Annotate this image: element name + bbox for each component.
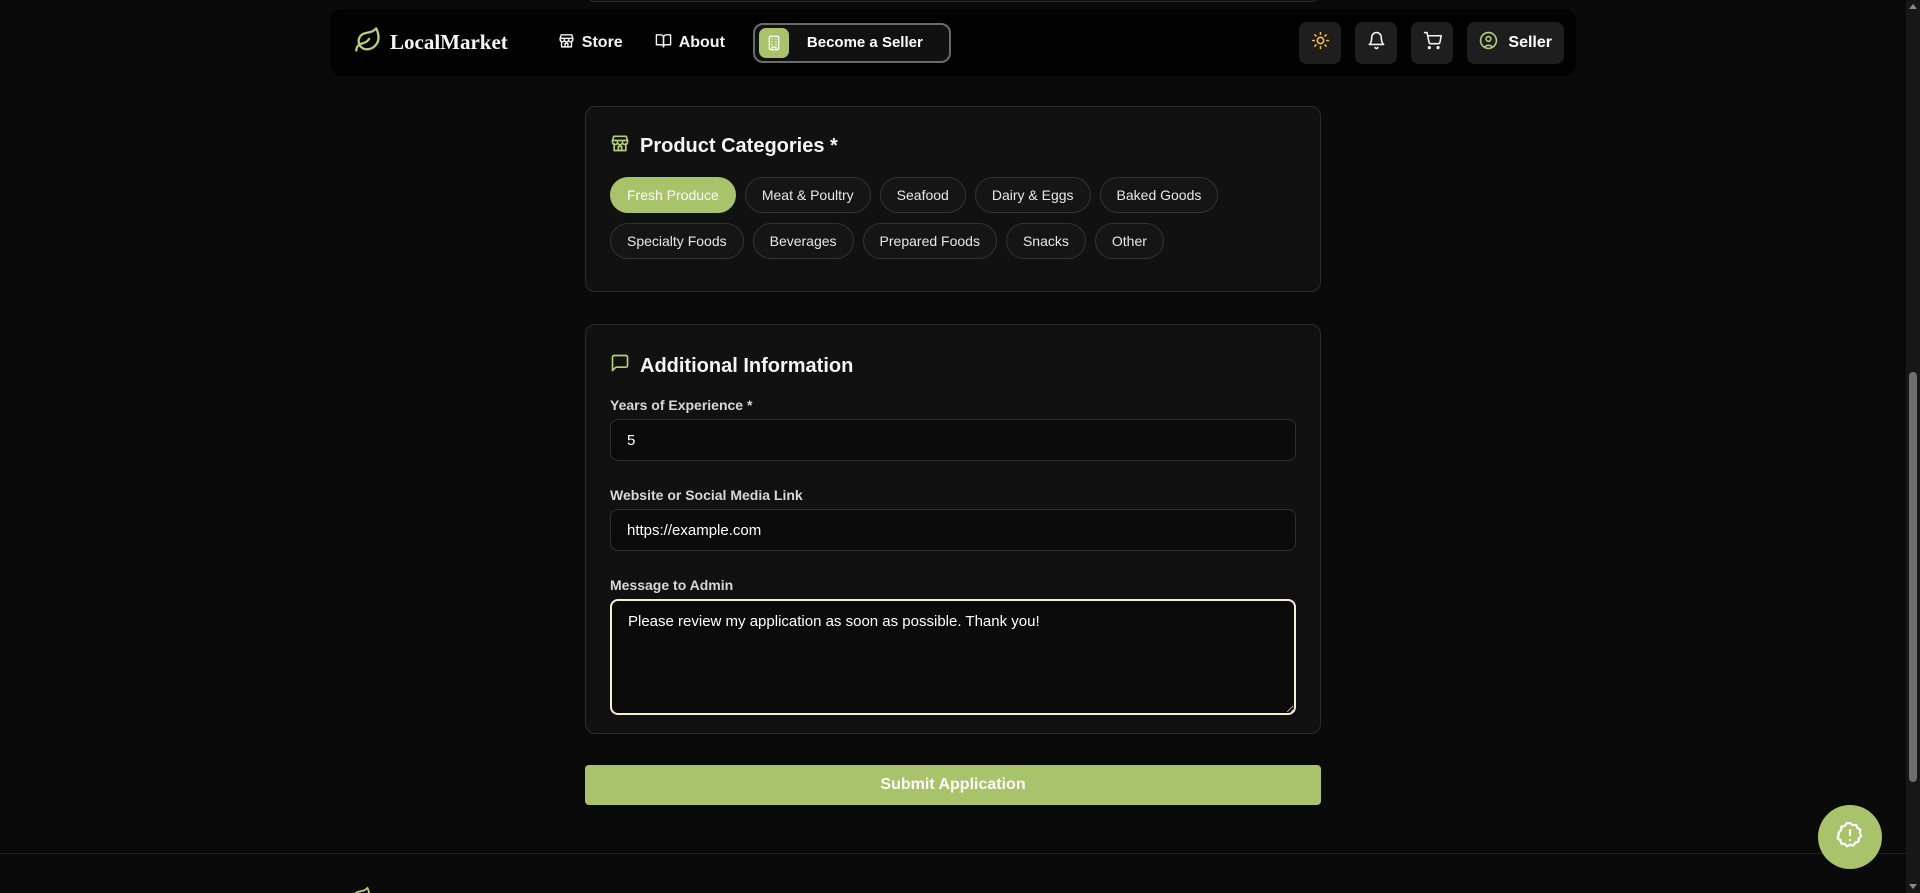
category-chip-snacks[interactable]: Snacks: [1005, 223, 1086, 259]
message-label: Message to Admin: [610, 577, 734, 593]
top-navbar: LocalMarket Store About Become a Seller …: [330, 9, 1576, 76]
profile-menu-button[interactable]: Seller: [1467, 21, 1564, 64]
bell-icon: [1367, 31, 1386, 55]
product-categories-card: Product Categories * Fresh Produce Meat …: [585, 106, 1321, 292]
experience-field-group: Years of Experience *: [610, 397, 1296, 461]
store-icon: [558, 32, 575, 54]
scroll-up-icon[interactable]: [1909, 4, 1917, 9]
submit-application-button[interactable]: Submit Application: [585, 765, 1321, 805]
category-chip-beverages[interactable]: Beverages: [752, 223, 854, 259]
category-chip-dairy-eggs[interactable]: Dairy & Eggs: [974, 177, 1091, 213]
category-chip-prepared-foods[interactable]: Prepared Foods: [862, 223, 997, 259]
website-input[interactable]: [610, 509, 1296, 551]
category-chip-specialty-foods[interactable]: Specialty Foods: [610, 223, 744, 259]
categories-title: Product Categories *: [640, 134, 838, 157]
help-chat-button[interactable]: [1818, 805, 1882, 869]
nav-link-about[interactable]: About: [645, 24, 735, 62]
leaf-icon: [354, 26, 382, 59]
become-seller-label: Become a Seller: [806, 34, 923, 51]
category-chip-seafood[interactable]: Seafood: [879, 177, 966, 213]
user-circle-icon: [1479, 31, 1498, 55]
brand-name: LocalMarket: [390, 30, 508, 54]
page-scrollbar[interactable]: [1906, 0, 1920, 893]
nav-link-store-label: Store: [581, 33, 623, 51]
cart-icon: [1423, 31, 1442, 55]
cart-button[interactable]: [1411, 21, 1454, 64]
brand-logo[interactable]: LocalMarket: [354, 26, 508, 59]
additional-info-title: Additional Information: [640, 354, 854, 377]
category-chip-other[interactable]: Other: [1094, 223, 1164, 259]
category-chip-fresh-produce[interactable]: Fresh Produce: [610, 177, 736, 213]
experience-label: Years of Experience *: [610, 397, 753, 413]
theme-toggle-button[interactable]: [1299, 21, 1342, 64]
footer-divider: [0, 853, 1906, 854]
sun-icon: [1311, 31, 1330, 55]
category-chip-meat-poultry[interactable]: Meat & Poultry: [744, 177, 871, 213]
nav-link-about-label: About: [678, 33, 725, 51]
leaf-icon: [350, 886, 372, 893]
experience-input[interactable]: [610, 419, 1296, 461]
additional-info-heading: Additional Information: [610, 353, 1296, 379]
book-icon: [655, 32, 672, 54]
message-field-group: Message to Admin Please review my applic…: [610, 577, 1296, 720]
message-square-icon: [610, 353, 630, 379]
website-label: Website or Social Media Link: [610, 487, 803, 503]
website-field-group: Website or Social Media Link: [610, 487, 1296, 551]
become-seller-button[interactable]: Become a Seller: [752, 22, 951, 63]
previous-section-card: [585, 0, 1321, 2]
message-textarea[interactable]: Please review my application as soon as …: [610, 599, 1296, 715]
support-badge-icon: [1835, 820, 1865, 855]
scroll-down-icon[interactable]: [1909, 884, 1917, 889]
building-icon: [758, 27, 789, 58]
store-icon: [610, 133, 630, 159]
category-chip-group: Fresh Produce Meat & Poultry Seafood Dai…: [610, 177, 1296, 259]
nav-link-store[interactable]: Store: [548, 24, 633, 62]
categories-heading: Product Categories *: [610, 133, 1296, 159]
category-chip-baked-goods[interactable]: Baked Goods: [1099, 177, 1219, 213]
scrollbar-thumb[interactable]: [1909, 372, 1917, 782]
notifications-button[interactable]: [1355, 21, 1398, 64]
profile-label: Seller: [1508, 33, 1552, 51]
additional-information-card: Additional Information Years of Experien…: [585, 324, 1321, 734]
